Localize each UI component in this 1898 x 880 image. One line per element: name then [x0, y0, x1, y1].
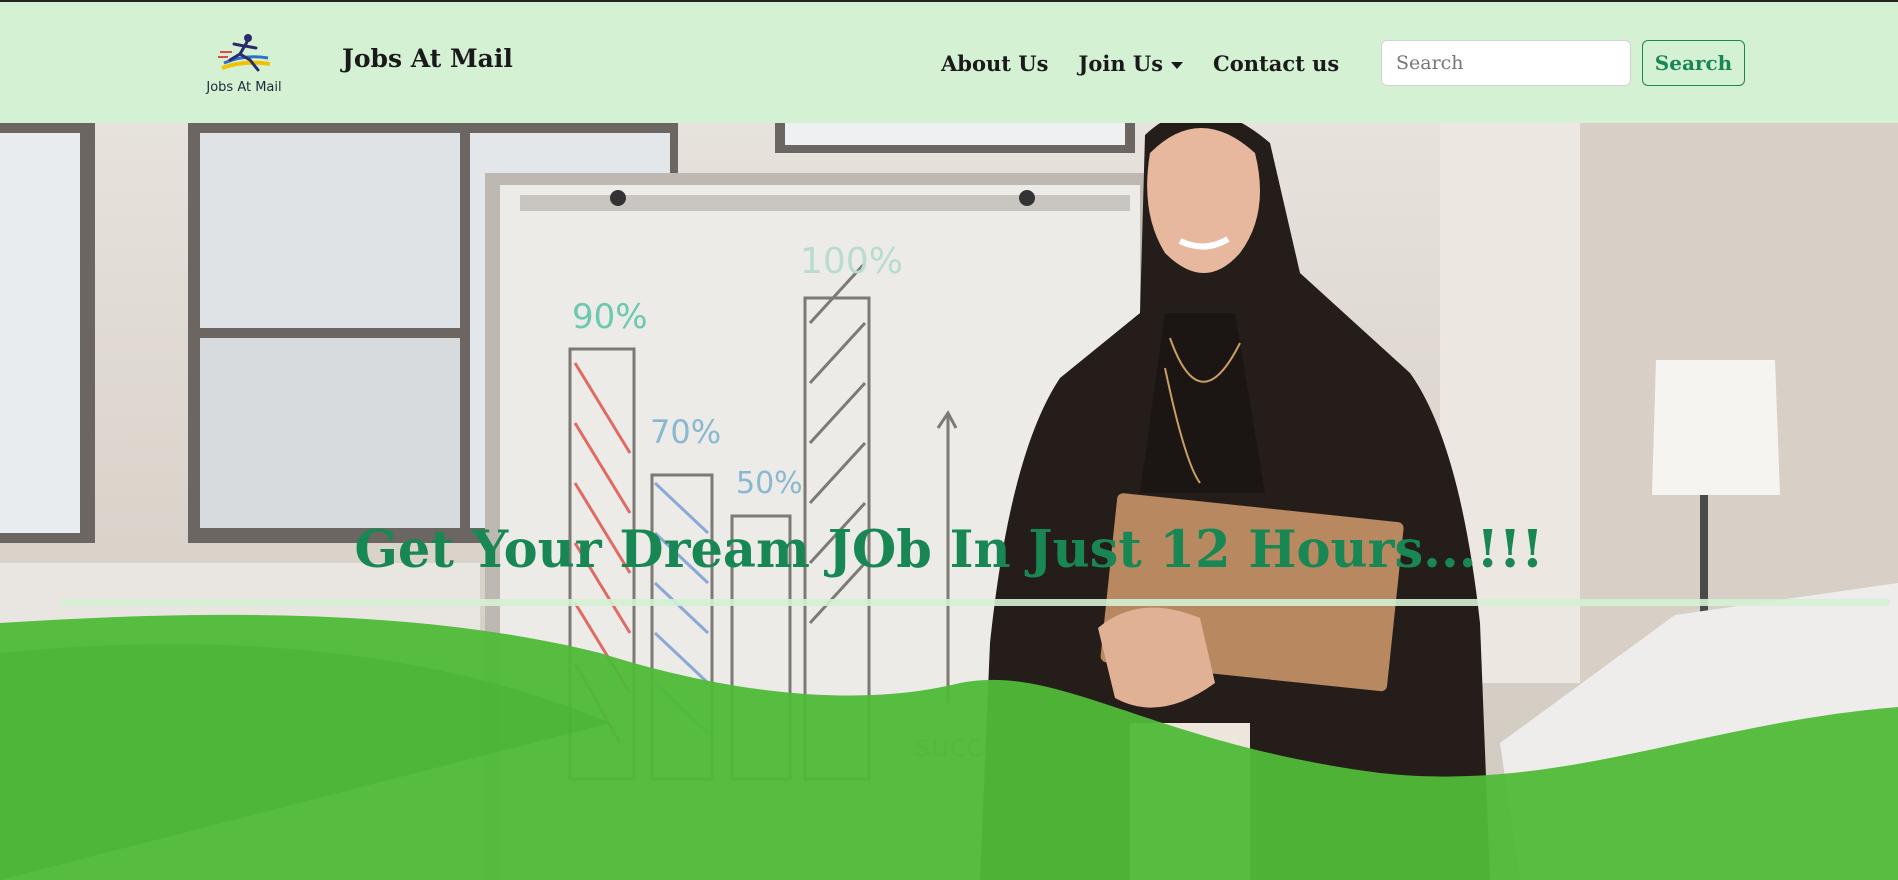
logo[interactable]: Jobs At Mail	[196, 30, 292, 102]
whiteboard-label-100: 100%	[800, 241, 903, 282]
nav-link-about[interactable]: About Us	[941, 51, 1048, 76]
whiteboard-label-50: 50%	[736, 466, 803, 501]
search-button[interactable]: Search	[1642, 40, 1745, 86]
logo-runner-icon	[218, 34, 271, 72]
logo-text: Jobs At Mail	[206, 80, 282, 95]
nav-join-label: Join Us	[1078, 51, 1164, 76]
hero-background-image: 90% 70% 50% 100% succ	[0, 123, 1898, 880]
whiteboard-label-70: 70%	[650, 413, 721, 451]
caret-down-icon	[1171, 62, 1184, 69]
hero-title: Get Your Dream JOb In Just 12 Hours...!!…	[354, 520, 1544, 580]
nav-link-contact[interactable]: Contact us	[1213, 51, 1339, 76]
nav-dropdown-join[interactable]: Join Us	[1078, 51, 1184, 76]
brand-name[interactable]: Jobs At Mail	[342, 44, 513, 73]
navbar: Jobs At Mail Jobs At Mail About Us Join …	[0, 2, 1898, 123]
whiteboard-label-90: 90%	[572, 297, 648, 337]
search-input[interactable]	[1381, 40, 1631, 86]
hero-section: 90% 70% 50% 100% succ Get Your Dream JOb…	[0, 123, 1898, 880]
nav-links: About Us Join Us Contact us	[941, 51, 1369, 76]
hero-divider	[60, 599, 1890, 606]
